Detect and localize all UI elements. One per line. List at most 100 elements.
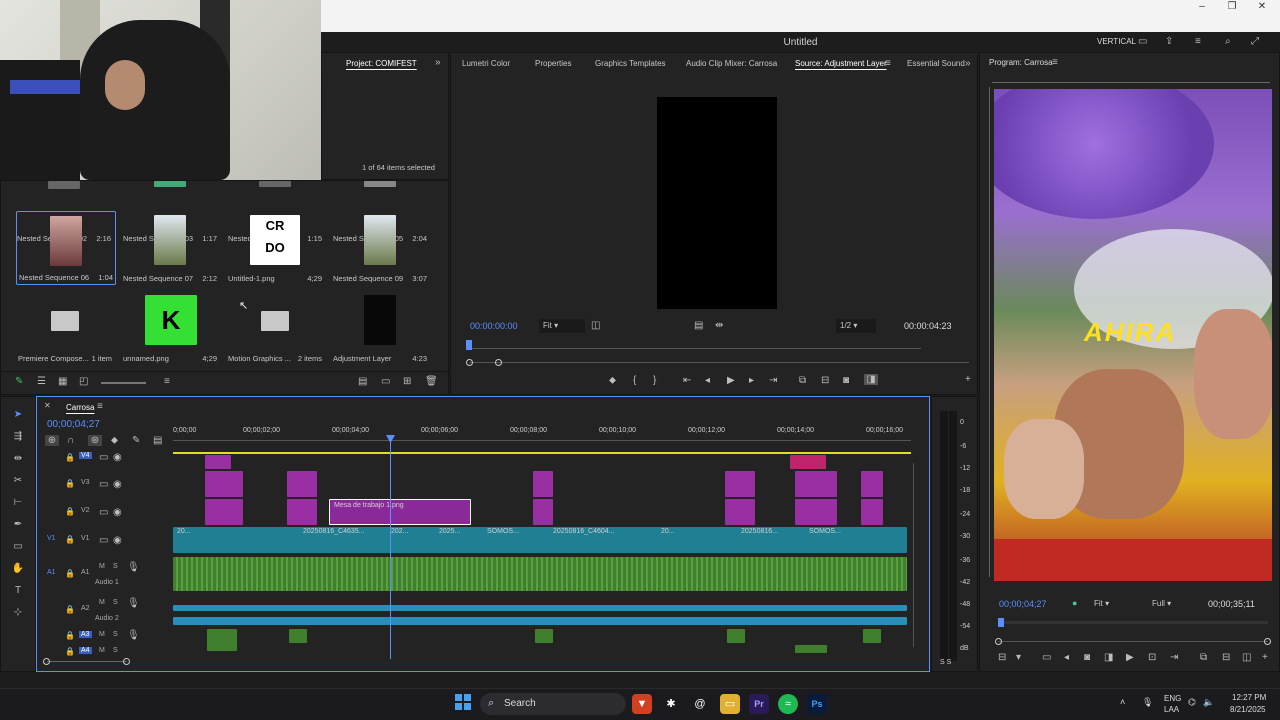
minimize-button[interactable]: – [1187, 0, 1217, 16]
clip-v3[interactable] [725, 471, 755, 497]
mic-icon[interactable]: 🎙 [127, 630, 140, 641]
bin-item[interactable]: K unnamed.png 4;29 [121, 291, 219, 365]
clip-a2-audio[interactable] [173, 605, 907, 611]
clip-v4[interactable] [205, 455, 231, 469]
drag-video-icon[interactable]: ▤ [694, 320, 703, 331]
clip-v2[interactable] [861, 499, 883, 525]
program-timecode[interactable]: 00;00;04;27 [999, 599, 1047, 609]
zoom-handle-left[interactable] [466, 359, 473, 366]
close-button[interactable]: ✕ [1247, 0, 1277, 16]
pencil-icon[interactable]: ✎ [15, 376, 23, 387]
mark-out-icon[interactable]: } [653, 375, 656, 386]
step-back-icon[interactable]: ◂ [705, 375, 710, 386]
tab-program[interactable]: Program: Carrosa [989, 58, 1053, 67]
mark-in-icon[interactable]: { [633, 375, 636, 386]
resolution-dropdown[interactable]: 1/2 ▾ [836, 319, 876, 333]
bin-item[interactable]: Nested Sequence 07 2:12 [121, 211, 219, 285]
timeline-ruler[interactable]: 0;00;00 00;00;02;00 00;00;04;00 00;00;06… [173, 421, 911, 441]
lock-icon[interactable]: 🔒 [65, 569, 75, 578]
lock-icon[interactable]: 🔒 [65, 647, 75, 656]
clip-v4-pink[interactable] [790, 455, 826, 469]
settings-wrench-icon[interactable]: ✎ [132, 435, 140, 446]
mic-icon[interactable]: 🎙 [127, 598, 140, 609]
clip-a3[interactable] [289, 629, 307, 643]
captions-icon[interactable]: ▤ [153, 435, 162, 446]
chatgpt-icon[interactable]: ✱ [661, 694, 681, 714]
eye-icon[interactable]: ◉ [113, 507, 122, 518]
solo-button[interactable]: S [113, 563, 118, 570]
zoom-handle-right[interactable] [1264, 638, 1271, 645]
safe-margins-icon[interactable]: ▭ [1042, 652, 1051, 663]
clip-v1-strip[interactable]: 20... 20250816_C4635... 202... 2025... S… [173, 527, 907, 553]
hand-icon[interactable]: ✋ [9, 563, 27, 579]
clip-v2[interactable] [725, 499, 755, 525]
fit-dropdown[interactable]: Fit ▾ [539, 319, 585, 333]
premiere-pro-icon[interactable]: Pr [749, 694, 769, 714]
bin-item[interactable]: Nested Sequence 09 3:07 [331, 211, 429, 285]
mute-button[interactable]: M [99, 647, 105, 654]
track-id[interactable]: A3 [79, 631, 92, 638]
clip-a1-audio[interactable] [173, 557, 907, 591]
tab-sequence[interactable]: Carrosa [66, 403, 94, 412]
clip-v3[interactable] [205, 471, 243, 497]
mute-button[interactable]: M [99, 599, 105, 606]
play-icon[interactable]: ▶ [727, 375, 735, 386]
slip-icon[interactable]: ⊢ [9, 497, 27, 513]
lock-icon[interactable]: 🔒 [65, 535, 75, 544]
photoshop-icon[interactable]: Ps [807, 694, 827, 714]
brave-icon[interactable]: ▼ [632, 694, 652, 714]
track-id[interactable]: V1 [81, 535, 90, 542]
export-frame-icon[interactable]: ◫ [1242, 652, 1251, 663]
source-playhead[interactable] [466, 340, 472, 350]
nest-icon[interactable]: ⊕ [45, 435, 59, 446]
tab-properties[interactable]: Properties [535, 59, 571, 68]
windows-start-icon[interactable] [453, 694, 473, 714]
add-button-icon[interactable]: + [965, 374, 971, 385]
bin-item[interactable]: CR DO Untitled-1.png 4;29 [226, 211, 324, 285]
tab-project[interactable]: Project: COMIFEST [346, 59, 417, 68]
scroll-handle-right[interactable] [123, 658, 130, 665]
compare-icon[interactable]: ◨ [864, 374, 878, 385]
mic-icon[interactable]: 🎙 [1142, 697, 1153, 708]
new-bin-icon[interactable]: ▭ [381, 376, 390, 387]
type-icon[interactable]: T [9, 585, 27, 601]
chevron-right-icon[interactable]: » [965, 58, 971, 69]
camera-icon[interactable]: ◙ [1084, 652, 1090, 663]
eye-icon[interactable]: ◉ [113, 479, 122, 490]
track-id[interactable]: V3 [81, 479, 90, 486]
film-icon[interactable]: ▭ [99, 507, 108, 518]
clip-a2-audio[interactable] [173, 617, 907, 625]
lock-icon[interactable]: 🔒 [65, 507, 75, 516]
selection-tool-icon[interactable]: ➤ [9, 409, 27, 425]
track-area[interactable]: Mesa de trabajo 1.png 20... 20250816_C46… [173, 455, 911, 659]
track-id[interactable]: A2 [81, 605, 90, 612]
play-icon[interactable]: ▶ [1126, 652, 1134, 663]
bin-item[interactable]: Premiere Compose... 1 item [16, 291, 114, 365]
bin-item[interactable]: Adjustment Layer 4:23 [331, 291, 429, 365]
trash-icon[interactable]: 🗑 [425, 376, 438, 387]
clock-date[interactable]: 8/21/2025 [1230, 705, 1266, 714]
clip-a4[interactable] [795, 645, 827, 653]
clip-v2[interactable] [205, 499, 243, 525]
panel-icon[interactable]: ▭ [1138, 36, 1147, 47]
zoom-slider[interactable] [101, 382, 146, 384]
marker-icon[interactable]: ⊟ [998, 652, 1006, 663]
lock-icon[interactable]: 🔒 [65, 605, 75, 614]
zoom-handle-right[interactable] [495, 359, 502, 366]
camera-icon[interactable]: ◙ [843, 375, 849, 386]
program-fit-dropdown[interactable]: Fit ▾ [1090, 597, 1138, 611]
solo-button[interactable]: S [113, 631, 118, 638]
clip-v2[interactable] [287, 499, 317, 525]
menu-icon[interactable]: ≡ [1195, 36, 1201, 47]
track-select-icon[interactable]: ⇶ [9, 431, 27, 447]
linked-selection-icon[interactable]: ⊛ [88, 435, 102, 446]
work-area-bar[interactable] [173, 452, 911, 454]
eye-icon[interactable]: ◉ [113, 452, 122, 463]
extract-icon[interactable]: ⊟ [1222, 652, 1230, 663]
automate-icon[interactable]: ▤ [358, 376, 367, 387]
mute-button[interactable]: M [99, 631, 105, 638]
clip-v3[interactable] [861, 471, 883, 497]
compare-icon[interactable]: ◨ [1104, 652, 1113, 663]
clip-a3[interactable] [535, 629, 553, 643]
tab-lumetri-color[interactable]: Lumetri Color [462, 59, 510, 68]
